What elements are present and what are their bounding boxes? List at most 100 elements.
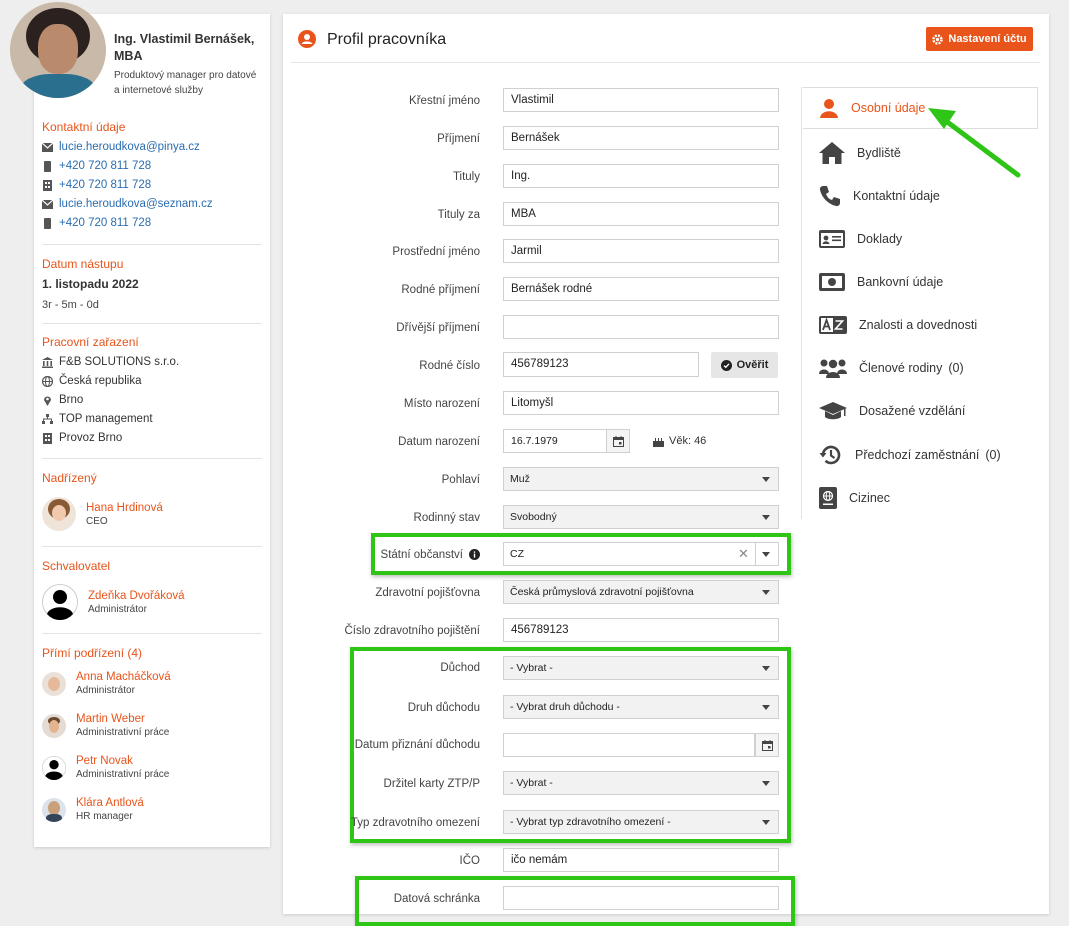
divider [42, 458, 262, 459]
form-row-gender: Pohlaví Muž [283, 467, 783, 491]
account-settings-button[interactable]: Nastavení účtu [926, 27, 1033, 51]
pension-select[interactable]: - Vybrat - [503, 656, 779, 680]
menu-label-contact: Kontaktní údaje [853, 189, 940, 203]
pension-type-select[interactable]: - Vybrat druh důchodu - [503, 695, 779, 719]
chevron-down-icon [762, 552, 770, 557]
money-icon [819, 273, 845, 291]
profile-avatar[interactable] [10, 2, 106, 98]
titles-after-label: Tituly za [437, 209, 480, 221]
ztp-value: - Vybrat - [510, 777, 553, 789]
databox-input[interactable] [503, 886, 779, 910]
gender-select[interactable]: Muž [503, 467, 779, 491]
menu-item-documents[interactable]: Doklady [803, 218, 1038, 260]
ztp-select[interactable]: - Vybrat - [503, 771, 779, 795]
insurance-no-input[interactable]: 456789123 [503, 618, 779, 642]
assignment-section-title: Pracovní zařazení [42, 335, 139, 349]
middle-name-input[interactable]: Jarmil [503, 239, 779, 263]
menu-label-residence: Bydliště [857, 146, 901, 160]
assignment-level: TOP management [59, 413, 153, 425]
insurer-label: Zdravotní pojišťovna [375, 587, 480, 599]
chevron-down-icon [762, 515, 770, 520]
first-name-input[interactable]: Vlastimil [503, 88, 779, 112]
menu-item-family[interactable]: Členové rodiny (0) [803, 347, 1038, 389]
clear-icon[interactable]: ✕ [738, 543, 749, 565]
start-section-title: Datum nástupu [42, 257, 124, 271]
approver-name[interactable]: Zdeňka Dvořáková [88, 590, 185, 602]
superior-person[interactable]: Hana Hrdinová CEO [42, 497, 163, 531]
titles-after-input[interactable]: MBA [503, 202, 779, 226]
contact-phone-3[interactable]: +420 720 811 728 [59, 217, 151, 229]
language-icon [819, 316, 847, 334]
contact-email-1[interactable]: lucie.heroudkova@pinya.cz [59, 141, 200, 153]
birth-surname-input[interactable]: Bernášek rodné [503, 277, 779, 301]
building-icon [43, 432, 52, 444]
chevron-down-icon [762, 820, 770, 825]
menu-label-documents: Doklady [857, 232, 903, 246]
assignment-unit: Provoz Brno [59, 432, 123, 444]
calendar-button[interactable] [606, 429, 630, 453]
menu-item-previous-jobs[interactable]: Předchozí zaměstnání (0) [803, 434, 1038, 476]
gear-icon [932, 33, 944, 45]
bank-icon [42, 356, 53, 368]
form-row-birth-date: Datum narození 16.7.1979 Věk: 46 [283, 429, 783, 453]
subordinate-item[interactable]: Anna Macháčková Administrátor [42, 671, 171, 696]
subordinate-name[interactable]: Petr Novak [76, 755, 169, 767]
subordinate-item[interactable]: Martin Weber Administrativní práce [42, 713, 169, 738]
subordinate-role: Administrátor [76, 685, 135, 696]
marital-label: Rodinný stav [413, 512, 480, 524]
subordinate-name[interactable]: Martin Weber [76, 713, 169, 725]
form-row-pension-date: Datum přiznání důchodu [283, 733, 783, 757]
info-icon[interactable] [469, 549, 480, 560]
subordinate-item[interactable]: Klára Antlová HR manager [42, 797, 144, 822]
insurer-select[interactable]: Česká průmyslová zdravotní pojišťovna [503, 580, 779, 604]
health-limit-select[interactable]: - Vybrat typ zdravotního omezení - [503, 810, 779, 834]
contact-email-2[interactable]: lucie.heroudkova@seznam.cz [59, 198, 213, 210]
subordinate-name[interactable]: Anna Macháčková [76, 671, 171, 683]
birth-number-input[interactable]: 456789123 [503, 352, 699, 377]
superior-name[interactable]: Hana Hrdinová [86, 502, 163, 514]
former-surname-input[interactable] [503, 315, 779, 339]
pension-date-label: Datum přiznání důchodu [354, 739, 480, 751]
profile-position-line1: Produktový manager pro datové [114, 70, 257, 81]
menu-item-skills[interactable]: Znalosti a dovednosti [803, 304, 1038, 346]
age-text: Věk: 46 [669, 435, 707, 447]
birth-date-label: Datum narození [398, 436, 480, 448]
contact-phone-2[interactable]: +420 720 811 728 [59, 179, 151, 191]
pension-date-input[interactable] [503, 733, 755, 757]
gender-label: Pohlaví [441, 474, 480, 486]
menu-item-foreigner[interactable]: Cizinec [803, 477, 1038, 519]
calendar-button[interactable] [755, 733, 779, 757]
titles-label: Tituly [452, 171, 480, 183]
superior-role: CEO [86, 515, 108, 527]
birth-date-input[interactable]: 16.7.1979 [503, 429, 607, 453]
envelope-icon [42, 199, 53, 209]
approver-person[interactable]: Zdeňka Dvořáková Administrátor [42, 584, 185, 620]
birth-place-input[interactable]: Litomyšl [503, 391, 779, 415]
surname-input[interactable]: Bernášek [503, 126, 779, 150]
user-icon [820, 99, 838, 118]
citizenship-select[interactable]: CZ ✕ [503, 542, 779, 566]
user-circle-icon [298, 30, 316, 48]
form-row-ico: IČO ičo nemám [283, 848, 783, 872]
form-row-birth-surname: Rodné příjmení Bernášek rodné [283, 277, 783, 301]
chevron-down-icon [762, 781, 770, 786]
menu-item-education[interactable]: Dosažené vzdělání [803, 390, 1038, 432]
ico-input[interactable]: ičo nemám [503, 848, 779, 872]
form-row-ztp: Držitel karty ZTP/P - Vybrat - [283, 771, 783, 795]
form-row-health-limit: Typ zdravotního omezení - Vybrat typ zdr… [283, 810, 783, 834]
marital-select[interactable]: Svobodný [503, 505, 779, 529]
header-divider [291, 62, 1040, 63]
verify-button[interactable]: Ověřit [711, 352, 778, 378]
menu-item-bank[interactable]: Bankovní údaje [803, 261, 1038, 303]
contact-phone-1[interactable]: +420 720 811 728 [59, 160, 151, 172]
subordinate-item[interactable]: Petr Novak Administrativní práce [42, 755, 169, 780]
superior-section-title: Nadřízený [42, 471, 97, 485]
approver-section-title: Schvalovatel [42, 559, 111, 573]
chevron-down-icon [762, 477, 770, 482]
phone-icon [819, 186, 840, 207]
account-settings-label: Nastavení účtu [948, 33, 1027, 45]
titles-input[interactable]: Ing. [503, 164, 779, 188]
insurer-value: Česká průmyslová zdravotní pojišťovna [510, 586, 694, 598]
subordinate-avatar [42, 671, 66, 696]
subordinate-name[interactable]: Klára Antlová [76, 797, 144, 809]
